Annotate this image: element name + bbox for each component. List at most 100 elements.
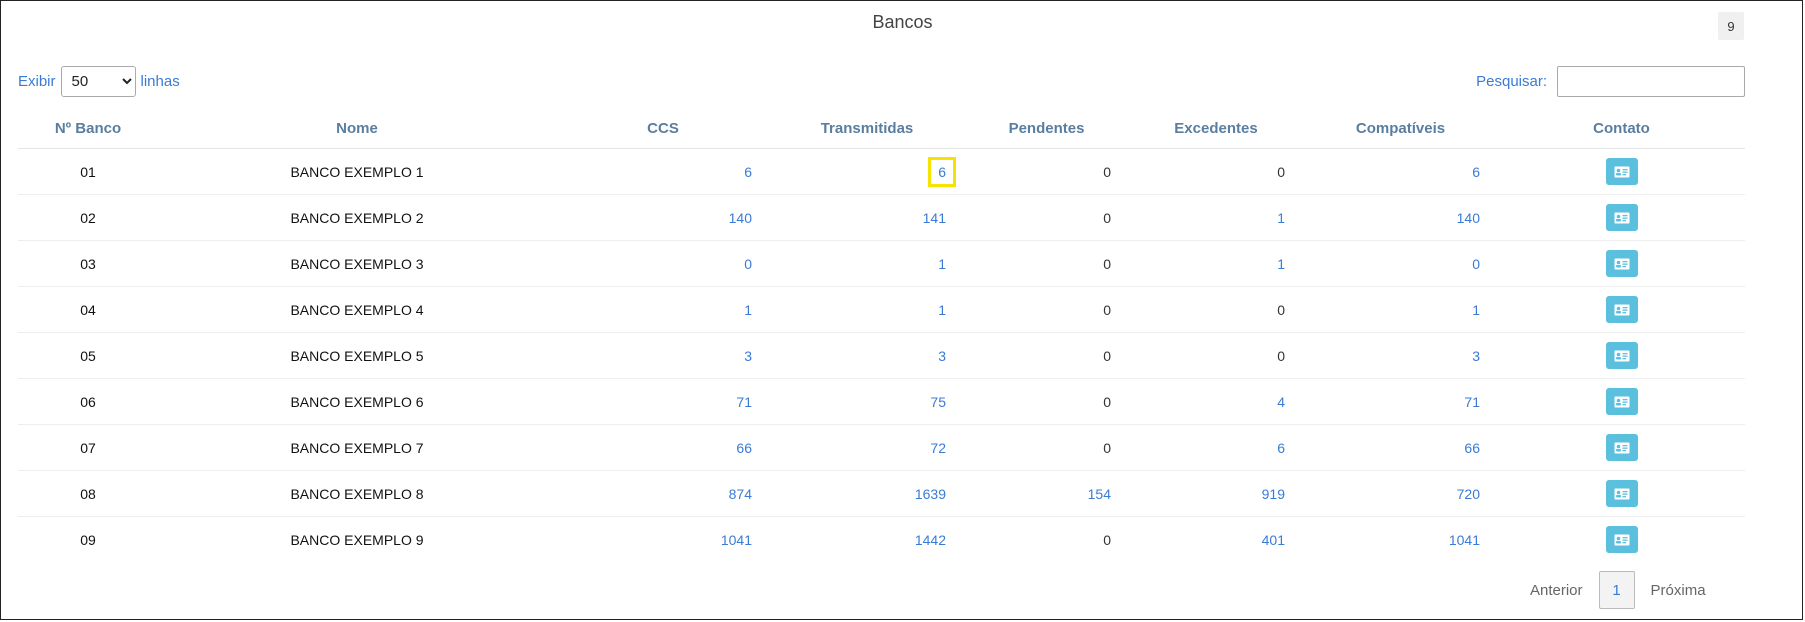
cell-ccs-value[interactable]: 1041 <box>721 532 752 548</box>
column-header-contato[interactable]: Contato <box>1498 108 1745 149</box>
table-row: 08 BANCO EXEMPLO 8 874 1639 154 919 720 <box>18 470 1745 517</box>
cell-pendentes: 0 <box>964 194 1129 241</box>
cell-ccs-value[interactable]: 66 <box>736 440 752 456</box>
column-header-pendentes[interactable]: Pendentes <box>964 108 1129 149</box>
contact-button[interactable] <box>1605 480 1638 507</box>
cell-compativeis: 6 <box>1303 148 1498 195</box>
pagination-current-page[interactable]: 1 <box>1598 571 1635 609</box>
cell-pendentes-value[interactable]: 154 <box>1088 486 1111 502</box>
cell-transmitidas-value[interactable]: 6 <box>928 156 956 187</box>
cell-transmitidas-value[interactable]: 141 <box>923 210 946 226</box>
cell-excedentes: 919 <box>1129 470 1303 517</box>
cell-transmitidas-value[interactable]: 75 <box>930 394 946 410</box>
cell-compativeis: 140 <box>1303 194 1498 241</box>
pagination-previous[interactable]: Anterior <box>1530 582 1583 599</box>
cell-transmitidas-value[interactable]: 1 <box>938 256 946 272</box>
cell-nome: BANCO EXEMPLO 1 <box>158 148 556 195</box>
contact-button[interactable] <box>1605 342 1638 369</box>
contact-card-icon <box>1614 212 1629 223</box>
contact-button[interactable] <box>1605 296 1638 323</box>
contact-card-icon <box>1614 488 1629 499</box>
cell-pendentes-value: 0 <box>1103 439 1111 456</box>
column-header-nome[interactable]: Nome <box>158 108 556 149</box>
cell-transmitidas: 1 <box>770 240 964 287</box>
cell-pendentes: 0 <box>964 378 1129 425</box>
cell-ccs-value[interactable]: 0 <box>744 256 752 272</box>
contact-card-icon <box>1614 534 1629 545</box>
cell-transmitidas-value[interactable]: 72 <box>930 440 946 456</box>
cell-excedentes-value[interactable]: 919 <box>1262 486 1285 502</box>
cell-compativeis-value[interactable]: 3 <box>1472 348 1480 364</box>
contact-button[interactable] <box>1605 158 1638 185</box>
cell-excedentes-value[interactable]: 1 <box>1277 210 1285 226</box>
cell-compativeis: 720 <box>1303 470 1498 517</box>
cell-pendentes: 0 <box>964 424 1129 471</box>
cell-transmitidas-value[interactable]: 1639 <box>915 486 946 502</box>
cell-excedentes-value[interactable]: 0 <box>1277 164 1285 180</box>
cell-transmitidas-value[interactable]: 1442 <box>915 532 946 548</box>
cell-compativeis-value[interactable]: 1041 <box>1449 532 1480 548</box>
cell-excedentes-value[interactable]: 0 <box>1277 302 1285 318</box>
cell-pendentes: 0 <box>964 286 1129 333</box>
cell-contato <box>1498 240 1745 287</box>
cell-compativeis: 0 <box>1303 240 1498 287</box>
cell-excedentes-value[interactable]: 4 <box>1277 394 1285 410</box>
cell-transmitidas-value[interactable]: 3 <box>938 348 946 364</box>
cell-ccs-value[interactable]: 6 <box>744 164 752 180</box>
contact-button[interactable] <box>1605 434 1638 461</box>
contact-button[interactable] <box>1605 250 1638 277</box>
cell-nome: BANCO EXEMPLO 3 <box>158 240 556 287</box>
cell-excedentes-value[interactable]: 6 <box>1277 440 1285 456</box>
cell-compativeis-value[interactable]: 71 <box>1464 394 1480 410</box>
cell-excedentes-value[interactable]: 1 <box>1277 256 1285 272</box>
cell-pendentes-value: 0 <box>1103 301 1111 318</box>
cell-numero-banco: 09 <box>80 531 96 548</box>
cell-ccs-value[interactable]: 1 <box>744 302 752 318</box>
cell-ccs-value[interactable]: 71 <box>736 394 752 410</box>
cell-compativeis-value[interactable]: 720 <box>1457 486 1480 502</box>
cell-transmitidas-value[interactable]: 1 <box>938 302 946 318</box>
cell-excedentes-value[interactable]: 401 <box>1262 532 1285 548</box>
cell-transmitidas: 3 <box>770 332 964 379</box>
contact-button[interactable] <box>1605 204 1638 231</box>
contact-button[interactable] <box>1605 526 1638 553</box>
table-row: 01 BANCO EXEMPLO 1 6 6 0 0 6 <box>18 148 1745 195</box>
cell-nome: BANCO EXEMPLO 4 <box>158 286 556 333</box>
table-row: 06 BANCO EXEMPLO 6 71 75 0 4 71 <box>18 378 1745 425</box>
cell-ccs-value[interactable]: 874 <box>729 486 752 502</box>
rows-per-page-select[interactable]: 102550100 <box>60 66 136 97</box>
cell-ccs: 1 <box>556 286 770 333</box>
cell-pendentes-value: 0 <box>1103 255 1111 272</box>
cell-ccs-value[interactable]: 3 <box>744 348 752 364</box>
table-row: 09 BANCO EXEMPLO 9 1041 1442 0 401 1041 <box>18 517 1745 563</box>
cell-ccs: 0 <box>556 240 770 287</box>
cell-transmitidas: 1639 <box>770 470 964 517</box>
cell-nome: BANCO EXEMPLO 2 <box>158 194 556 241</box>
cell-ccs: 3 <box>556 332 770 379</box>
cell-compativeis-value[interactable]: 0 <box>1472 256 1480 272</box>
column-header-compativeis[interactable]: Compatíveis <box>1303 108 1498 149</box>
cell-compativeis-value[interactable]: 66 <box>1464 440 1480 456</box>
cell-nome: BANCO EXEMPLO 6 <box>158 378 556 425</box>
contact-button[interactable] <box>1605 388 1638 415</box>
cell-pendentes: 0 <box>964 240 1129 287</box>
cell-numero-banco: 01 <box>18 148 158 195</box>
cell-contato <box>1498 286 1745 333</box>
cell-excedentes: 0 <box>1129 332 1303 379</box>
column-header-numero-banco[interactable]: Nº Banco <box>18 108 158 149</box>
cell-transmitidas: 1 <box>770 286 964 333</box>
table-row: 03 BANCO EXEMPLO 3 0 1 0 1 0 <box>18 240 1745 287</box>
pagination-next[interactable]: Próxima <box>1651 582 1706 599</box>
column-header-excedentes[interactable]: Excedentes <box>1129 108 1303 149</box>
cell-compativeis-value[interactable]: 140 <box>1457 210 1480 226</box>
cell-excedentes-value[interactable]: 0 <box>1277 348 1285 364</box>
cell-numero-banco: 02 <box>18 194 158 241</box>
column-header-transmitidas[interactable]: Transmitidas <box>770 108 964 149</box>
column-header-ccs[interactable]: CCS <box>556 108 770 149</box>
cell-ccs-value[interactable]: 140 <box>729 210 752 226</box>
cell-compativeis-value[interactable]: 6 <box>1472 164 1480 180</box>
cell-compativeis-value[interactable]: 1 <box>1472 302 1480 318</box>
cell-pendentes: 154 <box>964 470 1129 517</box>
contact-card-icon <box>1614 258 1629 269</box>
search-input[interactable] <box>1557 66 1745 97</box>
